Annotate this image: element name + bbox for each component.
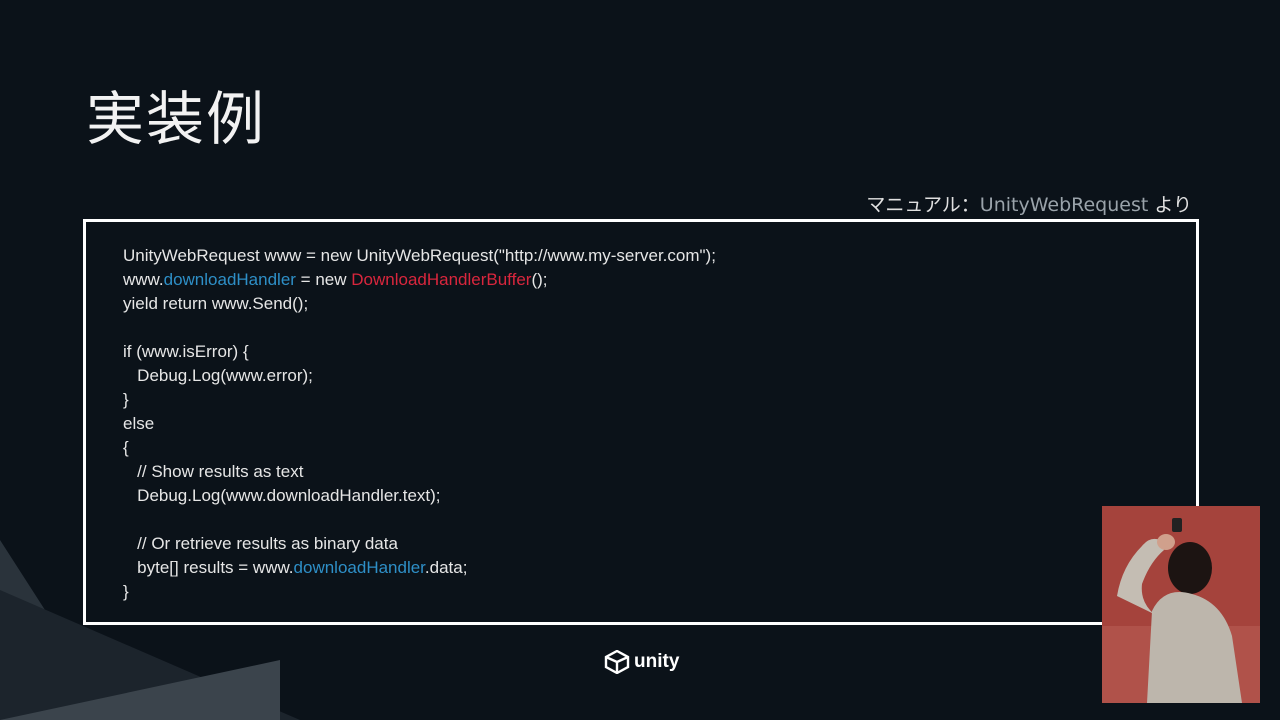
code-line: UnityWebRequest www = new UnityWebReques… bbox=[123, 246, 716, 265]
code-line: } bbox=[123, 582, 129, 601]
source-suffix: より bbox=[1148, 194, 1192, 216]
code-token-highlight: DownloadHandlerBuffer bbox=[351, 270, 532, 289]
background-shape bbox=[0, 660, 280, 720]
code-token: byte[] results = www. bbox=[123, 558, 294, 577]
code-token: (); bbox=[531, 270, 548, 289]
source-reference: UnityWebRequest bbox=[979, 194, 1149, 216]
code-line: Debug.Log(www.downloadHandler.text); bbox=[123, 486, 441, 505]
unity-cube-icon bbox=[604, 650, 630, 674]
code-token: www. bbox=[123, 270, 164, 289]
logo-text: unity bbox=[634, 651, 680, 672]
code-line: // Or retrieve results as binary data bbox=[123, 534, 398, 553]
code-line: else bbox=[123, 414, 155, 433]
source-prefix: マニュアル： bbox=[866, 194, 980, 216]
source-caption: マニュアル：UnityWebRequest より bbox=[866, 190, 1192, 217]
code-line: // Show results as text bbox=[123, 462, 304, 481]
code-line: if (www.isError) { bbox=[123, 342, 249, 361]
code-token-highlight: downloadHandler bbox=[293, 558, 425, 577]
code-line: www.downloadHandler = new DownloadHandle… bbox=[123, 270, 547, 289]
code-token-highlight: downloadHandler bbox=[163, 270, 296, 289]
code-line: { bbox=[123, 438, 129, 457]
code-box: UnityWebRequest www = new UnityWebReques… bbox=[83, 219, 1199, 625]
speaker-figure bbox=[1102, 506, 1260, 703]
slide-title: 実装例 bbox=[86, 85, 267, 153]
code-token: = new bbox=[295, 270, 352, 289]
code-block: UnityWebRequest www = new UnityWebReques… bbox=[123, 244, 716, 604]
code-line: Debug.Log(www.error); bbox=[123, 366, 313, 385]
code-line: } bbox=[123, 390, 129, 409]
code-line: yield return www.Send(); bbox=[123, 294, 309, 313]
speaker-video bbox=[1102, 506, 1260, 703]
unity-logo: unity bbox=[604, 650, 679, 674]
code-token: .data; bbox=[424, 558, 468, 577]
code-line: byte[] results = www.downloadHandler.dat… bbox=[123, 558, 467, 577]
